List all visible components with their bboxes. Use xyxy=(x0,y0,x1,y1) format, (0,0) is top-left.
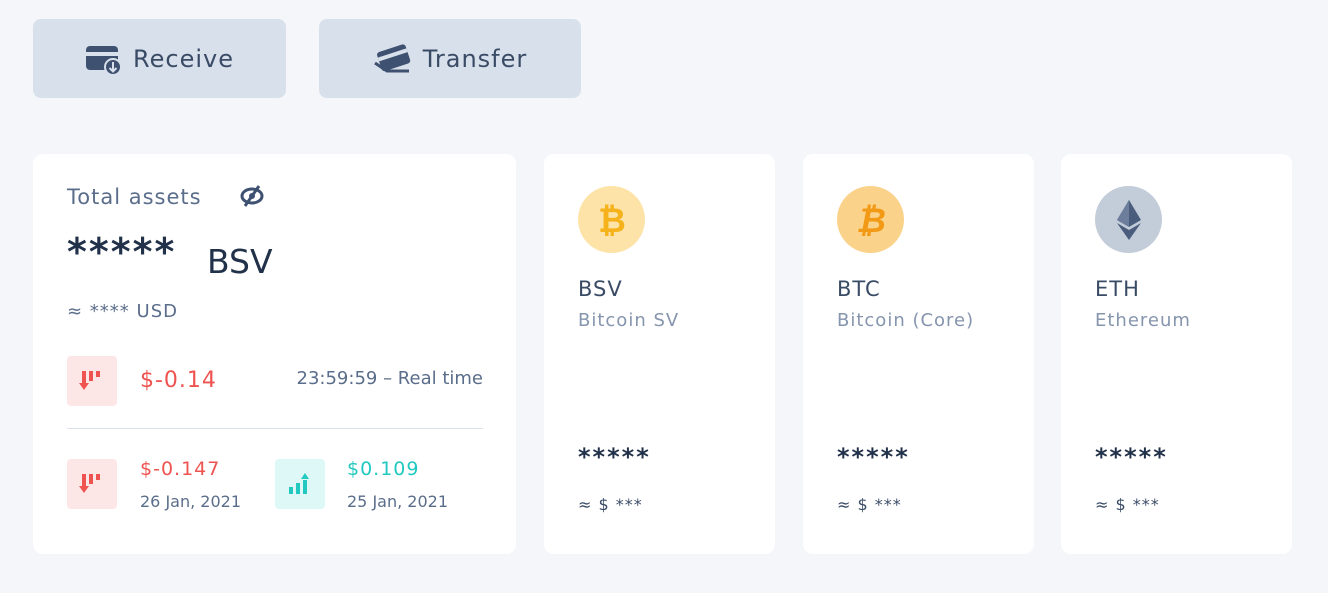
card-transfer-icon xyxy=(373,43,413,75)
coin-usd-estimate: ≈ $ *** xyxy=(578,495,643,514)
svg-text:₿: ₿ xyxy=(598,201,626,240)
total-amount: ***** xyxy=(67,230,177,274)
total-assets-label: Total assets xyxy=(67,185,202,209)
coin-card-eth[interactable]: ETH Ethereum ***** ≈ $ *** xyxy=(1061,154,1292,554)
total-usd-estimate: ≈ **** USD xyxy=(67,301,178,322)
coin-symbol: BTC xyxy=(837,277,881,301)
trend-down-icon xyxy=(67,356,117,406)
transfer-button[interactable]: Transfer xyxy=(319,19,581,98)
trend-down-icon xyxy=(67,459,117,509)
ethereum-icon xyxy=(1095,186,1162,253)
total-assets-card: Total assets ***** BSV ≈ **** USD $-0.14… xyxy=(33,154,516,554)
total-unit: BSV xyxy=(207,242,273,281)
history-change-value: $-0.147 xyxy=(140,458,221,480)
coin-symbol: ETH xyxy=(1095,277,1140,301)
wallet-receive-icon xyxy=(85,43,123,75)
trend-up-icon xyxy=(275,459,325,509)
bitcoin-icon: ₿ xyxy=(578,186,645,253)
divider xyxy=(67,428,483,429)
coin-amount: ***** xyxy=(837,443,910,471)
receive-button[interactable]: Receive xyxy=(33,19,286,98)
history-change-date: 26 Jan, 2021 xyxy=(140,492,241,511)
receive-label: Receive xyxy=(133,44,234,73)
history-change-date: 25 Jan, 2021 xyxy=(347,492,448,511)
coin-name: Ethereum xyxy=(1095,310,1191,331)
coin-card-bsv[interactable]: ₿ BSV Bitcoin SV ***** ≈ $ *** xyxy=(544,154,775,554)
eye-off-icon[interactable] xyxy=(239,185,265,211)
coin-usd-estimate: ≈ $ *** xyxy=(1095,495,1160,514)
coin-amount: ***** xyxy=(1095,443,1168,471)
coin-name: Bitcoin SV xyxy=(578,310,680,331)
realtime-label: 23:59:59 – Real time xyxy=(296,368,483,389)
coin-usd-estimate: ≈ $ *** xyxy=(837,495,902,514)
coin-symbol: BSV xyxy=(578,277,623,301)
coin-name: Bitcoin (Core) xyxy=(837,310,975,331)
coin-amount: ***** xyxy=(578,443,651,471)
coin-card-btc[interactable]: ₿ BTC Bitcoin (Core) ***** ≈ $ *** xyxy=(803,154,1034,554)
svg-text:₿: ₿ xyxy=(856,201,886,240)
realtime-change-value: $-0.14 xyxy=(140,368,217,393)
history-change-value: $0.109 xyxy=(347,458,420,480)
bitcoin-icon: ₿ xyxy=(837,186,904,253)
transfer-label: Transfer xyxy=(422,44,528,73)
